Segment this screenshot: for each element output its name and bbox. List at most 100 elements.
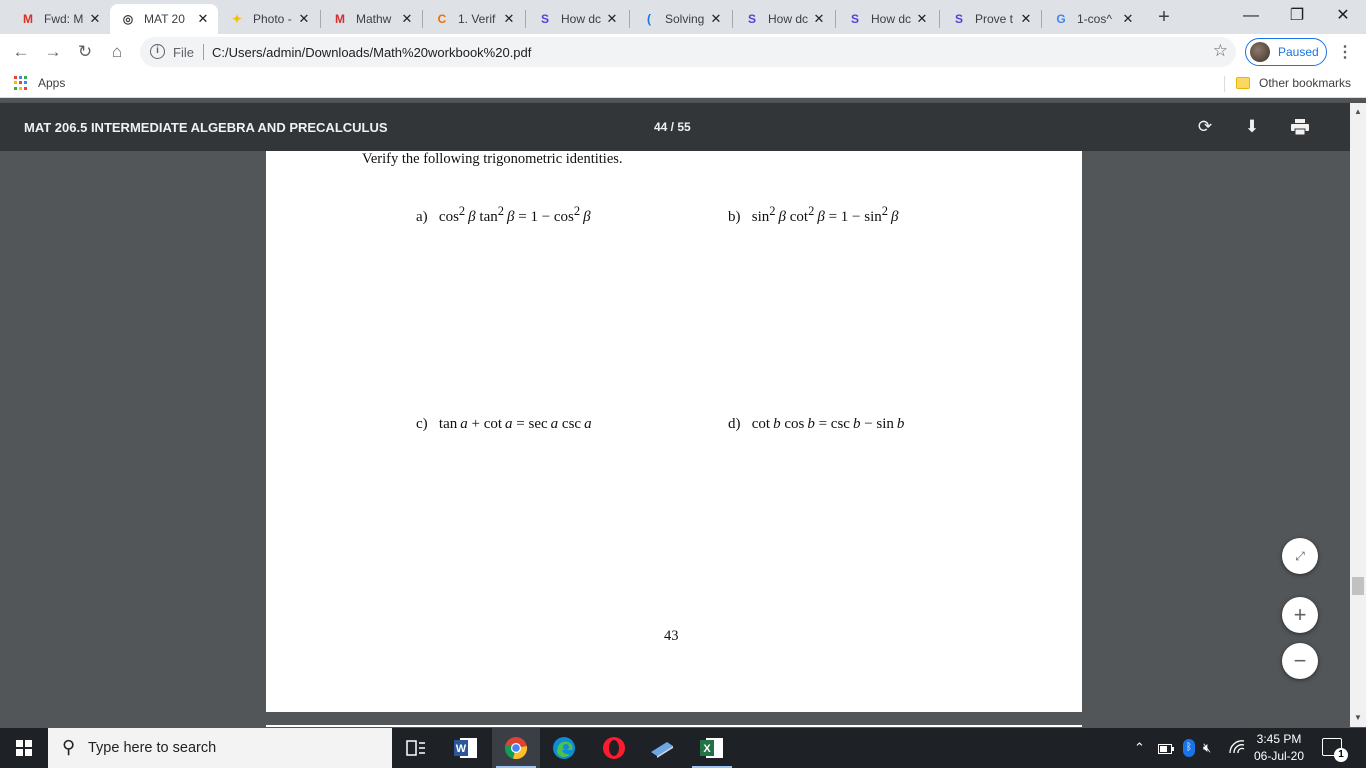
tab-title: Mathw — [356, 12, 392, 26]
chegg-icon: C — [437, 12, 447, 26]
bluetooth-icon[interactable]: ᛒ — [1183, 738, 1195, 757]
excel-icon[interactable]: X — [688, 728, 736, 768]
browser-tab[interactable]: S How dc ✕ — [837, 4, 937, 34]
browser-tab[interactable]: ◎ MAT 20 ✕ — [110, 4, 218, 34]
pdf-viewport[interactable]: Verify the following trigonometric ident… — [0, 151, 1350, 727]
vertical-scrollbar[interactable]: ▲ ▼ — [1350, 103, 1366, 727]
svg-text:X: X — [703, 743, 711, 755]
browser-tab[interactable]: S Prove t ✕ — [941, 4, 1041, 34]
other-bookmarks[interactable]: Other bookmarks — [1236, 76, 1351, 90]
close-tab-icon[interactable]: ✕ — [88, 11, 102, 27]
socratic-icon: S — [747, 12, 756, 26]
forward-arrow-icon[interactable]: → — [42, 41, 64, 63]
close-window-button[interactable]: ✕ — [1320, 4, 1366, 28]
zoom-in-button[interactable]: + — [1282, 597, 1318, 633]
apps-grid-icon — [14, 76, 28, 90]
scroll-down-arrow-icon[interactable]: ▼ — [1350, 711, 1366, 725]
close-tab-icon[interactable]: ✕ — [400, 11, 414, 27]
new-tab-button[interactable]: + — [1153, 6, 1175, 29]
info-icon[interactable]: i — [150, 44, 165, 59]
tab-strip: M Fwd: M ✕ ◎ MAT 20 ✕ ✦ Photo - ✕ M Mathw ✕ C 1. Veri… — [0, 0, 1366, 34]
divider — [203, 44, 204, 60]
tab-title: Photo - — [253, 12, 292, 26]
tab-separator — [835, 10, 836, 28]
problem-d: d) cot b cos b = csc b − sin b — [728, 416, 904, 433]
apps-shortcut[interactable]: Apps — [14, 76, 65, 90]
problem-label: c) — [416, 416, 428, 432]
back-arrow-icon[interactable]: ← — [10, 41, 32, 63]
minimize-button[interactable]: — — [1228, 4, 1274, 28]
close-tab-icon[interactable]: ✕ — [812, 11, 826, 27]
home-icon[interactable]: ⌂ — [106, 41, 128, 63]
problem-expression: cos2 β tan2 β = 1 − cos2 β — [438, 204, 591, 225]
browser-tab[interactable]: G 1-cos^ ✕ — [1043, 4, 1143, 34]
bracket-icon: ( — [647, 12, 651, 26]
battery-icon[interactable] — [1158, 742, 1174, 757]
system-clock[interactable]: 3:45 PM 06-Jul-20 — [1248, 731, 1310, 765]
search-icon: ⚲ — [62, 737, 76, 757]
bookmark-star-icon[interactable]: ☆ — [1213, 41, 1228, 61]
socratic-icon: S — [954, 12, 963, 26]
notification-icon[interactable]: 1 — [1322, 738, 1348, 762]
browser-tab[interactable]: M Mathw ✕ — [322, 4, 422, 34]
tab-title: Fwd: M — [44, 12, 84, 26]
profile-button[interactable]: Paused — [1245, 38, 1327, 66]
gmail-icon: M — [23, 12, 33, 26]
fit-page-icon[interactable]: ⤢ — [1282, 538, 1318, 574]
browser-tab[interactable]: C 1. Verif ✕ — [424, 4, 524, 34]
scheme-label: File — [173, 45, 194, 60]
chrome-icon[interactable] — [492, 728, 540, 768]
edge-icon[interactable] — [540, 728, 588, 768]
windows-logo-icon — [16, 740, 32, 756]
socratic-icon: S — [540, 12, 549, 26]
close-tab-icon[interactable]: ✕ — [297, 11, 311, 27]
browser-tab[interactable]: S How dc ✕ — [527, 4, 627, 34]
close-tab-icon[interactable]: ✕ — [502, 11, 516, 27]
scroll-thumb[interactable] — [1352, 577, 1364, 595]
mathway-icon: M — [335, 12, 345, 26]
pdf-page: Verify the following trigonometric ident… — [266, 151, 1082, 712]
browser-tab[interactable]: (Solving ✕ — [631, 4, 731, 34]
url-text[interactable]: C:/Users/admin/Downloads/Math%20workbook… — [212, 45, 531, 60]
browser-tab[interactable]: S How dc ✕ — [734, 4, 834, 34]
address-bar[interactable]: i File C:/Users/admin/Downloads/Math%20w… — [140, 37, 1236, 67]
page-indicator[interactable]: 44 / 55 — [654, 120, 691, 134]
wifi-icon[interactable] — [1229, 740, 1245, 757]
volume-muted-icon[interactable]: 🔇︎ — [1203, 740, 1211, 756]
problem-expression: cot b cos b = csc b − sin b — [751, 416, 905, 432]
print-icon[interactable] — [1289, 116, 1311, 138]
restore-button[interactable]: ❐ — [1274, 4, 1320, 28]
browser-tab[interactable]: ✦ Photo - ✕ — [219, 4, 319, 34]
menu-kebab-icon[interactable]: ⋮ — [1337, 42, 1353, 62]
close-tab-icon[interactable]: ✕ — [915, 11, 929, 27]
scroll-up-arrow-icon[interactable]: ▲ — [1350, 105, 1366, 119]
close-tab-icon[interactable]: ✕ — [196, 11, 210, 27]
zoom-out-button[interactable]: − — [1282, 643, 1318, 679]
close-tab-icon[interactable]: ✕ — [709, 11, 723, 27]
reload-icon[interactable]: ↻ — [74, 41, 96, 63]
tab-title: 1-cos^ — [1077, 12, 1112, 26]
start-button[interactable] — [0, 728, 48, 768]
rotate-icon[interactable]: ⟳ — [1194, 116, 1216, 138]
avatar — [1250, 42, 1270, 62]
app-icon[interactable] — [638, 728, 686, 768]
taskbar-search[interactable]: ⚲ Type here to search — [48, 728, 392, 768]
problem-label: a) — [416, 209, 428, 225]
word-icon[interactable]: W — [442, 728, 490, 768]
task-view-icon[interactable] — [392, 728, 440, 768]
google-icon: G — [1056, 12, 1066, 26]
browser-tab[interactable]: M Fwd: M ✕ — [10, 4, 110, 34]
close-tab-icon[interactable]: ✕ — [1019, 11, 1033, 27]
tab-title: Prove t — [975, 12, 1014, 26]
google-photos-icon: ✦ — [231, 12, 243, 26]
close-tab-icon[interactable]: ✕ — [605, 11, 619, 27]
tab-title: MAT 20 — [144, 12, 185, 26]
problem-c: c) tan a + cot a = sec a csc a — [416, 416, 592, 433]
close-tab-icon[interactable]: ✕ — [1121, 11, 1135, 27]
tab-separator — [320, 10, 321, 28]
opera-icon[interactable] — [590, 728, 638, 768]
clock-time: 3:45 PM — [1256, 732, 1302, 746]
divider — [1224, 76, 1225, 92]
show-hidden-icons-icon[interactable]: ⌃ — [1134, 740, 1145, 756]
download-icon[interactable]: ⬇ — [1241, 116, 1263, 138]
